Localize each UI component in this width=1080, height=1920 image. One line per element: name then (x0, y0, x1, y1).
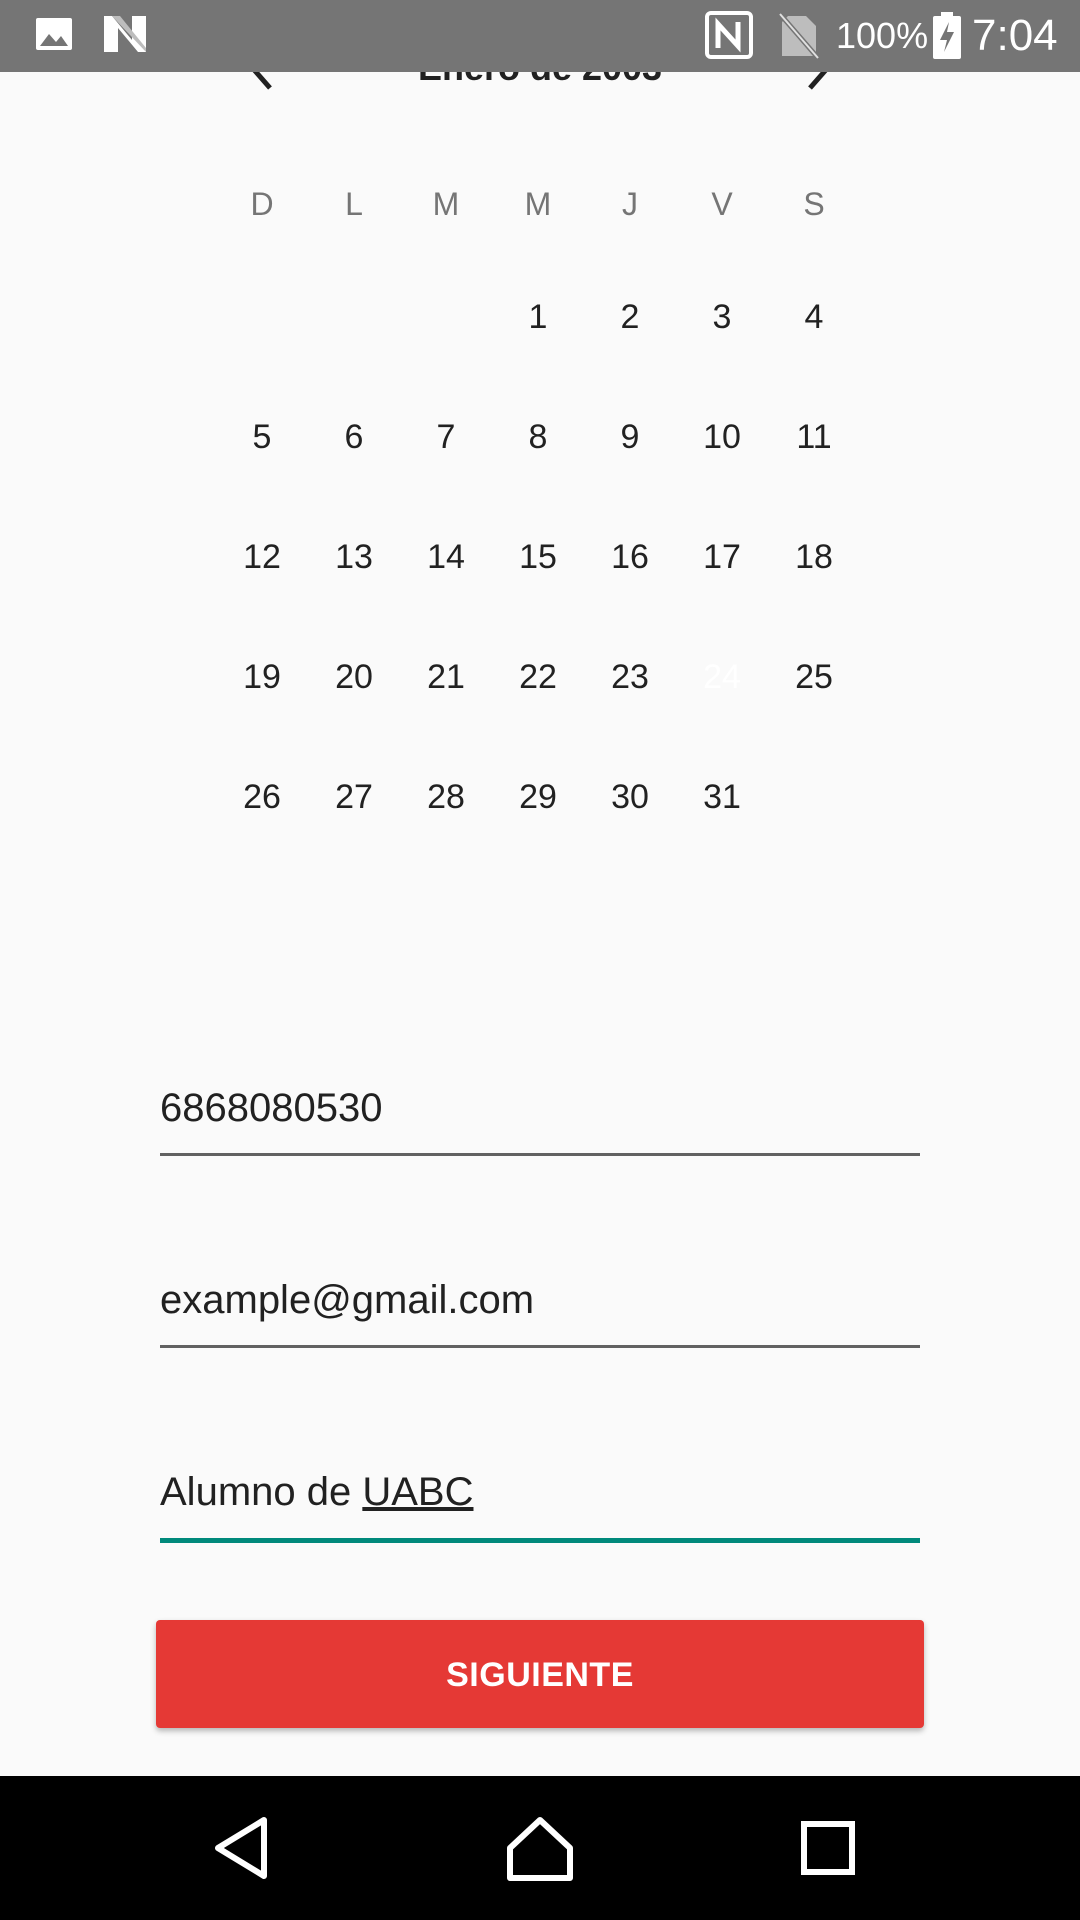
calendar-day[interactable]: 8 (492, 391, 584, 483)
day-number: 19 (243, 658, 281, 696)
day-number: 27 (335, 778, 373, 816)
day-number: 14 (427, 538, 465, 576)
day-number: 8 (528, 418, 548, 456)
calendar-day[interactable]: 23 (584, 631, 676, 723)
occupation-prefix: Alumno de (160, 1470, 363, 1514)
day-number: 31 (703, 778, 741, 816)
calendar-day[interactable]: 25 (768, 631, 860, 723)
weekday-header: L (345, 186, 363, 222)
day-number: 15 (519, 538, 557, 576)
calendar-day[interactable]: 9 (584, 391, 676, 483)
back-icon (215, 1817, 267, 1879)
calendar-day[interactable]: 20 (308, 631, 400, 723)
calendar-day[interactable]: 16 (584, 511, 676, 603)
occupation-field[interactable]: Alumno de UABC (160, 1464, 920, 1548)
calendar-day[interactable]: 19 (216, 631, 308, 723)
calendar-day[interactable]: 17 (676, 511, 768, 603)
day-number: 29 (519, 778, 557, 816)
image-icon (34, 14, 74, 59)
calendar-day[interactable]: 3 (676, 271, 768, 363)
screen: 100% 7:04 Enero de 2003 DLMMJVS 12345678… (0, 0, 1080, 1920)
calendar-day[interactable]: 10 (676, 391, 768, 483)
day-number: 24 (703, 658, 741, 696)
calendar-day[interactable]: 2 (584, 271, 676, 363)
email-value: example@gmail.com (160, 1278, 535, 1322)
day-number: 6 (344, 418, 364, 456)
day-number: 13 (335, 538, 373, 576)
day-number: 16 (611, 538, 649, 576)
occupation-underline (160, 1538, 920, 1543)
email-underline (160, 1345, 920, 1348)
calendar-day[interactable]: 22 (492, 631, 584, 723)
email-field[interactable]: example@gmail.com (160, 1272, 920, 1352)
calendar-day[interactable]: 14 (400, 511, 492, 603)
weekday-header: M (524, 186, 552, 222)
weekday-header: D (250, 186, 274, 222)
back-button[interactable] (206, 1812, 278, 1884)
calendar-day[interactable]: 15 (492, 511, 584, 603)
calendar-day[interactable]: 28 (400, 751, 492, 843)
phone-value: 6868080530 (160, 1086, 383, 1130)
no-sim-icon (778, 12, 820, 65)
home-icon (507, 1817, 573, 1881)
day-number: 2 (620, 298, 640, 336)
calendar-day[interactable]: 7 (400, 391, 492, 483)
calendar-day[interactable]: 21 (400, 631, 492, 723)
day-number: 17 (703, 538, 741, 576)
home-button[interactable] (504, 1812, 576, 1884)
selected-day[interactable]: 24 (662, 617, 782, 737)
day-number: 7 (436, 418, 456, 456)
calendar-day[interactable]: 4 (768, 271, 860, 363)
day-number: 9 (620, 418, 640, 456)
day-number: 10 (703, 418, 741, 456)
calendar-day[interactable]: 31 (676, 751, 768, 843)
day-number: 4 (804, 298, 824, 336)
battery-charging-icon (932, 12, 962, 65)
nfc-icon (704, 10, 754, 65)
calendar-day[interactable]: 27 (308, 751, 400, 843)
day-number: 25 (795, 658, 833, 696)
day-number: 30 (611, 778, 649, 816)
day-number: 21 (427, 658, 465, 696)
n-app-icon (102, 14, 148, 59)
clock: 7:04 (972, 11, 1058, 60)
day-number: 28 (427, 778, 465, 816)
weekday-header: V (711, 186, 733, 222)
calendar-day[interactable]: 1 (492, 271, 584, 363)
phone-field[interactable]: 6868080530 (160, 1080, 920, 1160)
occupation-value: Alumno de UABC (160, 1464, 920, 1520)
calendar-day[interactable]: 12 (216, 511, 308, 603)
status-bar: 100% 7:04 (0, 0, 1080, 72)
calendar-day[interactable]: 13 (308, 511, 400, 603)
calendar-day[interactable]: 30 (584, 751, 676, 843)
day-number: 3 (712, 298, 732, 336)
day-number: 12 (243, 538, 281, 576)
recents-icon (801, 1821, 855, 1875)
weekday-header: J (622, 186, 638, 222)
battery-percent: 100% (836, 15, 929, 56)
weekday-header: M (432, 186, 460, 222)
calendar-day[interactable]: 18 (768, 511, 860, 603)
calendar-day[interactable]: 6 (308, 391, 400, 483)
phone-underline (160, 1153, 920, 1156)
calendar-day[interactable]: 29 (492, 751, 584, 843)
calendar-day[interactable]: 11 (768, 391, 860, 483)
day-number: 5 (252, 418, 272, 456)
day-number: 26 (243, 778, 281, 816)
recents-button[interactable] (792, 1812, 864, 1884)
occupation-suffix: UABC (362, 1470, 474, 1514)
calendar-day[interactable]: 5 (216, 391, 308, 483)
day-number: 1 (528, 298, 548, 336)
weekday-header: S (803, 186, 825, 222)
day-number: 23 (611, 658, 649, 696)
day-number: 11 (796, 418, 832, 456)
day-number: 20 (335, 658, 373, 696)
day-number: 22 (519, 658, 557, 696)
next-button[interactable]: SIGUIENTE (156, 1620, 924, 1728)
navigation-bar (0, 1776, 1080, 1920)
day-number: 18 (795, 538, 833, 576)
calendar-day[interactable]: 26 (216, 751, 308, 843)
